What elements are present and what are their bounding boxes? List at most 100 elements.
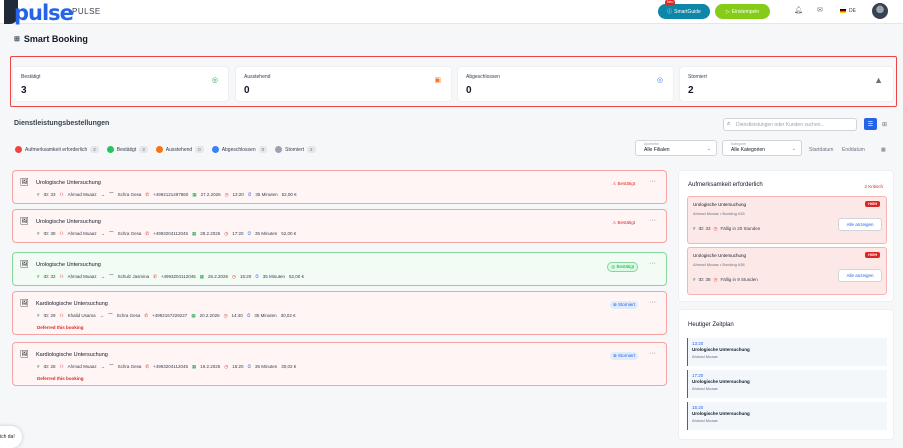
phone-icon: ✆ — [145, 231, 150, 236]
orders-title: Dienstleistungsbestellungen — [14, 120, 110, 127]
list-view-button[interactable]: ☰ — [864, 118, 877, 130]
status-dot — [211, 146, 219, 153]
attention-title: Aufmerksamkeit erforderlich — [688, 182, 763, 188]
clock-icon: ◷ — [713, 226, 718, 231]
service-image: 🖼︎ — [20, 218, 29, 225]
timer-icon: ⏱︎ — [255, 274, 259, 279]
staff-icon: ⌒ — [109, 364, 114, 369]
calendar-icon: ▦ — [191, 231, 197, 236]
more-options-icon[interactable]: ··· — [649, 178, 656, 185]
service-name: Kardiologische Untersuchung — [36, 352, 108, 358]
grid-icon: ⊞ — [14, 36, 20, 43]
attention-card[interactable]: Urologische Untersuchung Ahmad Muaaz • B… — [687, 247, 887, 295]
filter-attention[interactable]: Aufmerksamkeit erforderlich 2 — [15, 146, 99, 153]
phone-icon: ✆ — [145, 192, 150, 197]
attention-card[interactable]: Urologische Untersuchung Ahmad Muaaz • B… — [687, 196, 887, 244]
status-badge: ⚠ Bestätigt — [612, 220, 635, 225]
deferred-note: Deferred this booking — [37, 376, 84, 381]
search-icon: ⌕ — [727, 121, 731, 127]
app-name: PULSE — [72, 7, 101, 16]
phone-icon: ✆ — [145, 364, 150, 369]
deferred-note: Deferred this booking — [37, 325, 84, 330]
service-image: 🖼︎ — [20, 300, 29, 307]
phone-icon: ✆ — [144, 313, 149, 318]
stat-card-abgeschlossen[interactable]: Abgeschlossen 0 ◎ — [457, 66, 674, 102]
status-dot — [106, 146, 114, 153]
status-badge: ⊗ Storniert — [609, 352, 638, 360]
service-image: 🖼︎ — [20, 351, 29, 358]
language-selector[interactable]: DE — [849, 8, 856, 14]
schedule-title: Heutiger Zeitplan — [688, 322, 734, 328]
filter-abgeschlossen[interactable]: Abgeschlossen 0 — [211, 146, 268, 153]
end-date-input[interactable]: Enddatum — [842, 147, 865, 153]
status-dot — [155, 146, 163, 153]
chat-widget[interactable]: ich da! — [0, 426, 22, 448]
calendar-icon: ▦ — [199, 274, 204, 279]
more-options-icon[interactable]: ··· — [649, 299, 656, 306]
status-badge: ◎ Bestätigt — [607, 262, 638, 272]
service-name: Urologische Untersuchung — [36, 262, 101, 268]
filter-bestaetigt[interactable]: Bestätigt 3 — [106, 146, 148, 153]
calendar-icon: ▦ — [191, 364, 197, 369]
top-bar: pulse PULSE ⓘ SmartGuide Neu ▷ Einstempe… — [0, 0, 903, 25]
timer-icon: ⏱︎ — [247, 364, 251, 369]
filter-storniert[interactable]: Storniert 2 — [275, 146, 316, 153]
more-options-icon[interactable]: ··· — [649, 260, 656, 267]
stat-card-ausstehend[interactable]: Ausstehend 0 ▣ — [235, 66, 452, 102]
schedule-panel: Heutiger Zeitplan 13:20 Urologische Unte… — [678, 309, 894, 440]
page-title: ⊞ Smart Booking — [14, 34, 88, 44]
clock-icon: ◷ — [713, 277, 718, 282]
timer-icon: ⏱︎ — [246, 313, 251, 318]
service-image: 🖼︎ — [20, 261, 29, 268]
stat-card-storniert[interactable]: Storniert 2 ▲ — [679, 66, 894, 102]
schedule-item[interactable]: 17:20 Urologische Untersuchung Ahmad Mua… — [687, 370, 887, 398]
more-options-icon[interactable]: ··· — [649, 217, 656, 224]
user-icon: ⚇ — [59, 313, 64, 318]
schedule-item[interactable]: 15:20 Urologische Untersuchung Ahmad Mua… — [687, 402, 887, 430]
bell-icon[interactable]: 🔔︎ — [794, 6, 803, 14]
start-date-input[interactable]: Startdatum — [809, 147, 833, 153]
priority-badge: HIGH — [865, 201, 880, 207]
chevron-down-icon: ⌄ — [706, 146, 711, 152]
calendar-icon: ▦ — [191, 313, 196, 318]
show-all-button[interactable]: Alle anzeigen — [838, 218, 882, 231]
id-icon: # — [37, 313, 40, 318]
order-card[interactable]: 🖼︎ Urologische Untersuchung # ID: 33 ⚇ Ahm… — [12, 170, 667, 204]
order-card[interactable]: 🖼︎ Urologische Untersuchung # ID: 38 ⚇ Ahm… — [12, 209, 667, 243]
order-meta: # ID: 29 ⚇ Khalid Usama → ⌒ Schra Gesa ✆ +499… — [37, 313, 296, 318]
smartguide-button[interactable]: ⓘ SmartGuide — [658, 4, 710, 19]
filter-ausstehend[interactable]: Ausstehend 0 — [155, 146, 204, 153]
flag-de-icon[interactable] — [840, 9, 846, 13]
order-meta: # ID: 38 ⚇ Ahmad Muaaz → ⌒ Schra Gesa ✆ +4993… — [37, 231, 297, 236]
show-all-button[interactable]: Alle anzeigen — [838, 269, 882, 282]
attention-panel: Aufmerksamkeit erforderlich 2 Kritisch U… — [678, 170, 894, 302]
mail-icon[interactable]: ✉ — [817, 6, 823, 14]
order-card[interactable]: 🖼︎ Kardiologische Untersuchung # ID: 28 ⚇… — [12, 342, 667, 386]
order-card[interactable]: 🖼︎ Kardiologische Untersuchung # ID: 29 ⚇… — [12, 291, 667, 335]
staff-icon: ⌒ — [109, 192, 114, 197]
search-input[interactable]: ⌕ Dienstleistungen oder Kunden suchen... — [723, 118, 857, 131]
einstempeln-button[interactable]: ▷ Einstempeln — [715, 4, 770, 19]
more-options-icon[interactable]: ··· — [649, 350, 656, 357]
calendar-icon[interactable]: ▦ — [881, 147, 886, 153]
service-name: Urologische Untersuchung — [36, 219, 101, 225]
staff-icon: ⌒ — [109, 231, 114, 236]
order-card[interactable]: 🖼︎ Urologische Untersuchung # ID: 32 ⚇ Ahm… — [12, 252, 667, 286]
category-select[interactable]: Kategorie Alle Kategorien ⌄ — [722, 140, 802, 156]
warning-triangle-icon: ▲ — [874, 75, 883, 85]
help-circle-icon: ⓘ — [667, 9, 673, 15]
avatar[interactable] — [872, 3, 888, 19]
logo[interactable]: pulse — [14, 1, 74, 25]
user-icon: ⚇ — [59, 274, 64, 279]
stat-card-bestaetigt[interactable]: Bestätigt 3 ◎ — [12, 66, 229, 102]
new-badge: Neu — [665, 0, 676, 5]
clipboard-icon: ▣ — [434, 77, 441, 84]
timer-icon: ⏱︎ — [247, 231, 251, 236]
id-icon: # — [37, 231, 40, 236]
grid-view-button[interactable]: ⊞ — [878, 118, 891, 130]
order-meta: # ID: 28 ⚇ Ahmad Muaaz → ⌒ Schra Gesa ✆ +4993… — [37, 364, 297, 369]
schedule-item[interactable]: 13:20 Urologische Untersuchung Ahmad Mua… — [687, 338, 887, 366]
status-badge: ⚠ Bestätigt — [612, 181, 635, 186]
critical-count: 2 Kritisch — [864, 184, 883, 189]
branch-select[interactable]: Apotheke Alle Filialen ⌄ — [635, 140, 717, 156]
